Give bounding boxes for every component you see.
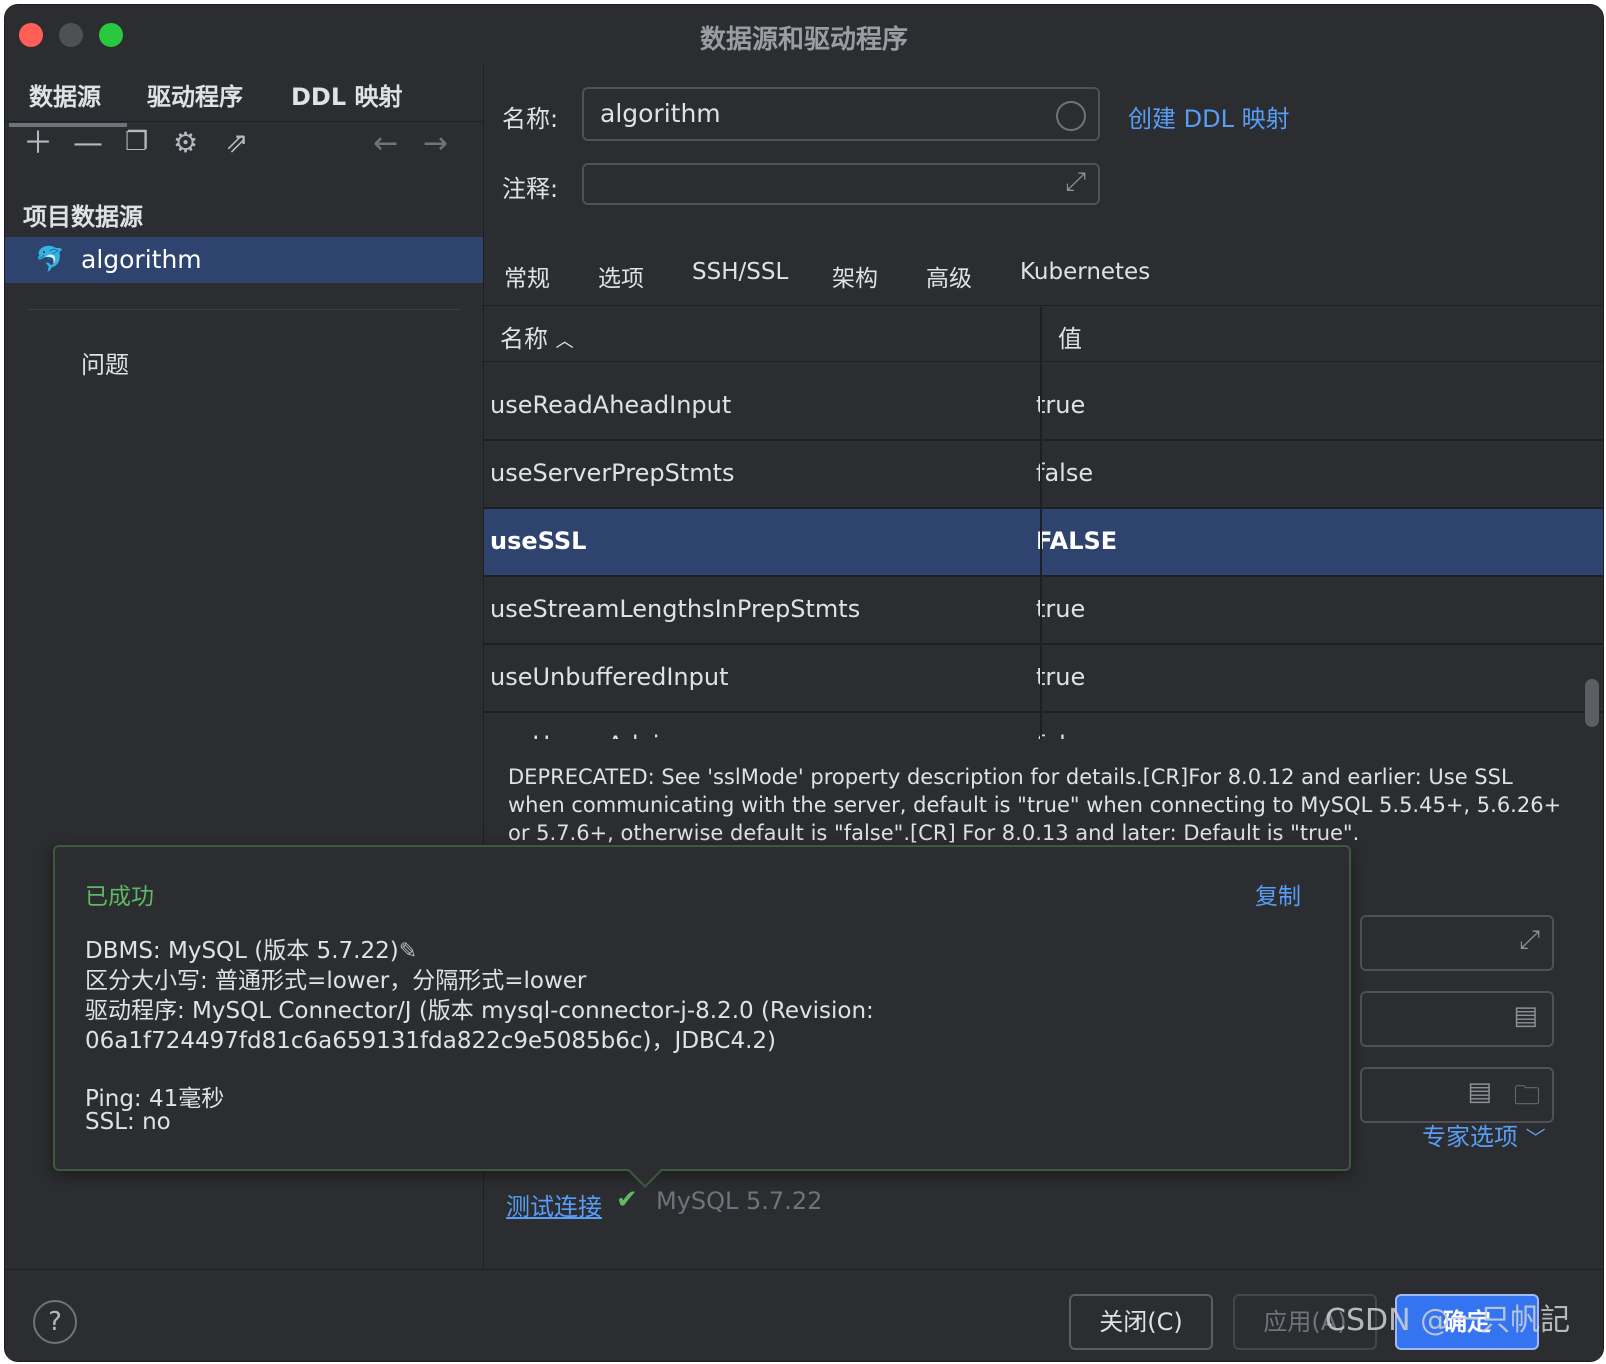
minus-icon[interactable]: — xyxy=(73,129,103,159)
tab-options[interactable]: 选项 xyxy=(598,259,644,293)
case-line: 区分大小写: 普通形式=lower，分隔形式=lower xyxy=(85,968,587,994)
driver-line-2: 06a1f724497fd81c6a659131fda822c9e5085b6c… xyxy=(85,1028,777,1054)
watermark: CSDN @一只帆記 xyxy=(1325,1303,1571,1338)
column-name-header[interactable]: 名称 ︿ xyxy=(500,319,574,354)
settings-tabs: 常规 选项 SSH/SSL 架构 高级 Kubernetes xyxy=(484,243,1603,317)
close-button[interactable]: 关闭(C) xyxy=(1069,1294,1213,1350)
column-value-header[interactable]: 值 xyxy=(1058,319,1082,354)
property-description: DEPRECATED: See 'sslMode' property descr… xyxy=(508,765,1562,845)
name-label: 名称: xyxy=(502,105,559,133)
window-title: 数据源和驱动程序 xyxy=(699,25,908,55)
tab-ssh-ssl[interactable]: SSH/SSL xyxy=(692,259,788,285)
export-icon[interactable]: ⇗ xyxy=(225,129,248,157)
mysql-dolphin-icon: 🐬 xyxy=(35,245,65,273)
tab-advanced[interactable]: 高级 xyxy=(900,259,998,317)
sort-asc-icon: ︿ xyxy=(555,331,574,352)
forward-arrow-icon[interactable]: → xyxy=(423,129,448,159)
table-row[interactable]: useServerPrepStmts false xyxy=(484,441,1603,509)
tab-datasources[interactable]: 数据源 xyxy=(9,77,127,127)
tab-schemas[interactable]: 架构 xyxy=(832,259,878,293)
expand-icon[interactable]: ⤢ xyxy=(1519,925,1540,956)
chevron-down-icon: ﹀ xyxy=(1525,1126,1546,1150)
field-right-2[interactable]: ▤ xyxy=(1360,991,1554,1047)
property-name: useServerPrepStmts xyxy=(490,459,735,487)
project-datasources-heading: 项目数据源 xyxy=(23,203,143,231)
document-icon[interactable]: ▤ xyxy=(1513,1001,1538,1031)
color-circle-icon[interactable] xyxy=(1056,101,1086,131)
field-right-1[interactable]: ⤢ xyxy=(1360,915,1554,971)
tab-drivers[interactable]: 驱动程序 xyxy=(147,77,243,112)
check-icon: ✔ xyxy=(616,1185,638,1215)
tab-ddl-mappings[interactable]: DDL 映射 xyxy=(291,77,403,112)
property-value[interactable]: true xyxy=(1036,391,1085,419)
property-value[interactable]: false xyxy=(1036,731,1093,739)
popup-title: 已成功 xyxy=(85,884,154,910)
table-row-selected[interactable]: useSSL FALSE xyxy=(484,509,1603,577)
name-field[interactable]: algorithm xyxy=(582,87,1100,141)
property-name: useUnbufferedInput xyxy=(490,663,729,691)
property-value[interactable]: true xyxy=(1036,663,1085,691)
property-name: useReadAheadInput xyxy=(490,391,732,419)
title-bar: 数据源和驱动程序 xyxy=(5,5,1603,63)
driver-line-1: 驱动程序: MySQL Connector/J (版本 mysql-connec… xyxy=(85,998,874,1024)
folder-icon[interactable]: 🗀 xyxy=(1514,1077,1540,1121)
copy-icon[interactable]: ❐ xyxy=(125,129,148,155)
copy-link[interactable]: 复制 xyxy=(1255,877,1301,911)
property-name: useSSL xyxy=(490,527,587,555)
table-row[interactable]: useUsageAdvisor false xyxy=(484,713,1603,739)
name-value: algorithm xyxy=(600,99,721,128)
test-result-popup: 已成功 复制 DBMS: MySQL (版本 5.7.22)✎ 区分大小写: 普… xyxy=(53,845,1351,1188)
document-icon[interactable]: ▤ xyxy=(1467,1077,1492,1107)
create-ddl-mapping-link[interactable]: 创建 DDL 映射 xyxy=(1128,99,1290,134)
property-value[interactable]: false xyxy=(1036,459,1093,487)
divider xyxy=(27,309,461,310)
table-header: 名称 ︿ 值 xyxy=(484,307,1603,362)
table-scrollbar[interactable] xyxy=(1585,679,1599,727)
property-value[interactable]: true xyxy=(1036,595,1085,623)
field-right-3[interactable]: ▤ 🗀 xyxy=(1360,1067,1554,1123)
table-row[interactable]: useUnbufferedInput true xyxy=(484,645,1603,713)
comment-field[interactable]: ⤢ xyxy=(582,163,1100,205)
plus-icon[interactable]: ＋ xyxy=(23,129,53,159)
test-connection-link[interactable]: 测试连接 xyxy=(506,1187,602,1222)
datasource-item-algorithm[interactable]: 🐬 algorithm xyxy=(5,237,483,283)
help-icon[interactable]: ? xyxy=(33,1300,77,1344)
expert-options-label: 专家选项 xyxy=(1422,1123,1518,1151)
table-row[interactable]: useReadAheadInput true xyxy=(484,373,1603,441)
column-divider[interactable] xyxy=(1040,307,1042,739)
property-value[interactable]: FALSE xyxy=(1036,527,1117,555)
left-tabs: 数据源 驱动程序 DDL 映射 xyxy=(5,63,483,127)
datasource-dialog: 数据源和驱动程序 数据源 驱动程序 DDL 映射 ＋ — ❐ ⚙ ⇗ ← → 项… xyxy=(4,4,1604,1362)
properties-table: 名称 ︿ 值 useReadAheadInput true useServerP… xyxy=(484,307,1603,739)
property-name: useStreamLengthsInPrepStmts xyxy=(490,595,861,623)
datasource-label: algorithm xyxy=(81,245,202,274)
table-row[interactable]: useStreamLengthsInPrepStmts true xyxy=(484,577,1603,645)
ping-line: Ping: 41毫秒 xyxy=(85,1086,225,1112)
tab-general[interactable]: 常规 xyxy=(504,259,550,293)
comment-label: 注释: xyxy=(502,175,559,203)
issues-item[interactable]: 问题 xyxy=(81,345,129,380)
dbms-line: DBMS: MySQL (版本 5.7.22)✎ xyxy=(85,931,417,965)
ssl-line: SSL: no xyxy=(85,1109,171,1135)
back-arrow-icon[interactable]: ← xyxy=(373,129,398,159)
expert-options-toggle[interactable]: 专家选项 ﹀ xyxy=(1422,1117,1546,1152)
tab-kubernetes[interactable]: Kubernetes xyxy=(1020,259,1150,285)
gear-icon[interactable]: ⚙ xyxy=(173,129,198,157)
server-version: MySQL 5.7.22 xyxy=(656,1187,823,1215)
property-name: useUsageAdvisor xyxy=(490,731,696,739)
expand-icon[interactable]: ⤢ xyxy=(1065,167,1086,198)
